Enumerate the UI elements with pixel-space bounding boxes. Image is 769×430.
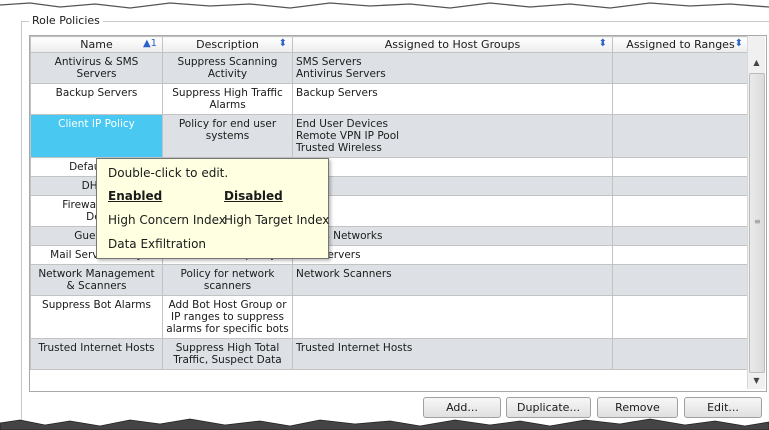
torn-top-edge — [0, 2, 769, 9]
table-row[interactable]: Suppress Bot Alarms Add Bot Host Group or… — [30, 295, 749, 339]
ranges-cell — [612, 264, 749, 296]
grip-icon: ≡ — [754, 217, 761, 226]
name-cell: Suppress Bot Alarms — [30, 295, 163, 339]
table-row[interactable]: Trusted Internet Hosts Suppress High Tota… — [30, 338, 749, 370]
tooltip-disabled-item: High Target Index — [224, 213, 330, 227]
vertical-scrollbar[interactable]: ▲ ≡ ▼ — [747, 36, 765, 389]
scrollbar-thumb[interactable]: ≡ — [749, 73, 765, 373]
name-cell: Client IP Policy — [30, 114, 163, 158]
description-cell: Suppress Scanning Activity — [162, 52, 293, 84]
tooltip-enabled-item: High Concern Index — [108, 213, 226, 227]
ranges-cell — [612, 52, 749, 84]
sort-ascending-icon: ▲1 — [142, 38, 157, 49]
name-cell: Antivirus & SMS Servers — [30, 52, 163, 84]
tooltip-disabled-heading: Disabled — [224, 189, 283, 203]
policy-tooltip: Double-click to edit. Enabled Disabled H… — [96, 158, 329, 259]
host-groups-cell: End User Devices Remote VPN IP Pool Trus… — [292, 114, 613, 158]
column-label: Description — [196, 38, 259, 51]
table-row[interactable]: Network Management & Scanners Policy for … — [30, 264, 749, 296]
host-groups-cell: rvers — [292, 176, 613, 196]
sort-toggle-icon: ⬍ — [598, 38, 607, 49]
host-groups-cell: Trusted Internet Hosts — [292, 338, 613, 370]
column-label: Assigned to Host Groups — [384, 38, 521, 51]
group-title: Role Policies — [29, 14, 103, 27]
host-groups-cell: eway — [292, 195, 613, 227]
tooltip-hint: Double-click to edit. — [108, 166, 229, 180]
tooltip-enabled-item: Data Exfiltration — [108, 237, 207, 251]
ranges-cell — [612, 83, 749, 115]
duplicate-button[interactable]: Duplicate... — [506, 397, 591, 418]
host-groups-cell — [292, 157, 613, 177]
sort-toggle-icon: ⬍ — [278, 38, 287, 49]
ranges-cell — [612, 338, 749, 370]
ranges-cell — [612, 157, 749, 177]
tooltip-enabled-heading: Enabled — [108, 189, 163, 203]
ranges-cell — [612, 245, 749, 265]
ranges-cell — [612, 195, 749, 227]
scroll-up-icon[interactable]: ▲ — [748, 54, 765, 71]
table-row[interactable]: Antivirus & SMS Servers Suppress Scanning… — [30, 52, 749, 84]
description-cell: Policy for end user systems — [162, 114, 293, 158]
remove-button[interactable]: Remove — [597, 397, 678, 418]
name-cell: Trusted Internet Hosts — [30, 338, 163, 370]
description-cell: Suppress High Total Traffic, Suspect Dat… — [162, 338, 293, 370]
host-groups-cell: SMS Servers Antivirus Servers — [292, 52, 613, 84]
column-header-host-groups[interactable]: Assigned to Host Groups ⬍ — [292, 36, 613, 53]
edit-button[interactable]: Edit... — [684, 397, 762, 418]
host-groups-cell: ireless Networks — [292, 226, 613, 246]
host-groups-cell: Network Scanners — [292, 264, 613, 296]
torn-bottom-edge — [0, 418, 769, 430]
column-header-description[interactable]: Description ⬍ — [162, 36, 293, 53]
ranges-cell — [612, 295, 749, 339]
host-groups-cell: Backup Servers — [292, 83, 613, 115]
table-row[interactable]: Backup Servers Suppress High Traffic Alar… — [30, 83, 749, 115]
host-groups-cell — [292, 295, 613, 339]
table-row[interactable]: Client IP Policy Policy for end user syst… — [30, 114, 749, 158]
ranges-cell — [612, 114, 749, 158]
scroll-down-icon[interactable]: ▼ — [748, 372, 765, 389]
ranges-cell — [612, 176, 749, 196]
column-label: Assigned to Ranges — [626, 38, 735, 51]
description-cell: Add Bot Host Group or IP ranges to suppr… — [162, 295, 293, 339]
column-header-name[interactable]: Name ▲1 — [30, 36, 163, 53]
add-button[interactable]: Add... — [423, 397, 501, 418]
description-cell: Policy for network scanners — [162, 264, 293, 296]
name-cell: Backup Servers — [30, 83, 163, 115]
column-header-ranges[interactable]: Assigned to Ranges ⬍ — [612, 36, 749, 53]
description-cell: Suppress High Traffic Alarms — [162, 83, 293, 115]
host-groups-cell: Mail Servers — [292, 245, 613, 265]
name-cell: Network Management & Scanners — [30, 264, 163, 296]
ranges-cell — [612, 226, 749, 246]
sort-toggle-icon: ⬍ — [734, 38, 743, 49]
